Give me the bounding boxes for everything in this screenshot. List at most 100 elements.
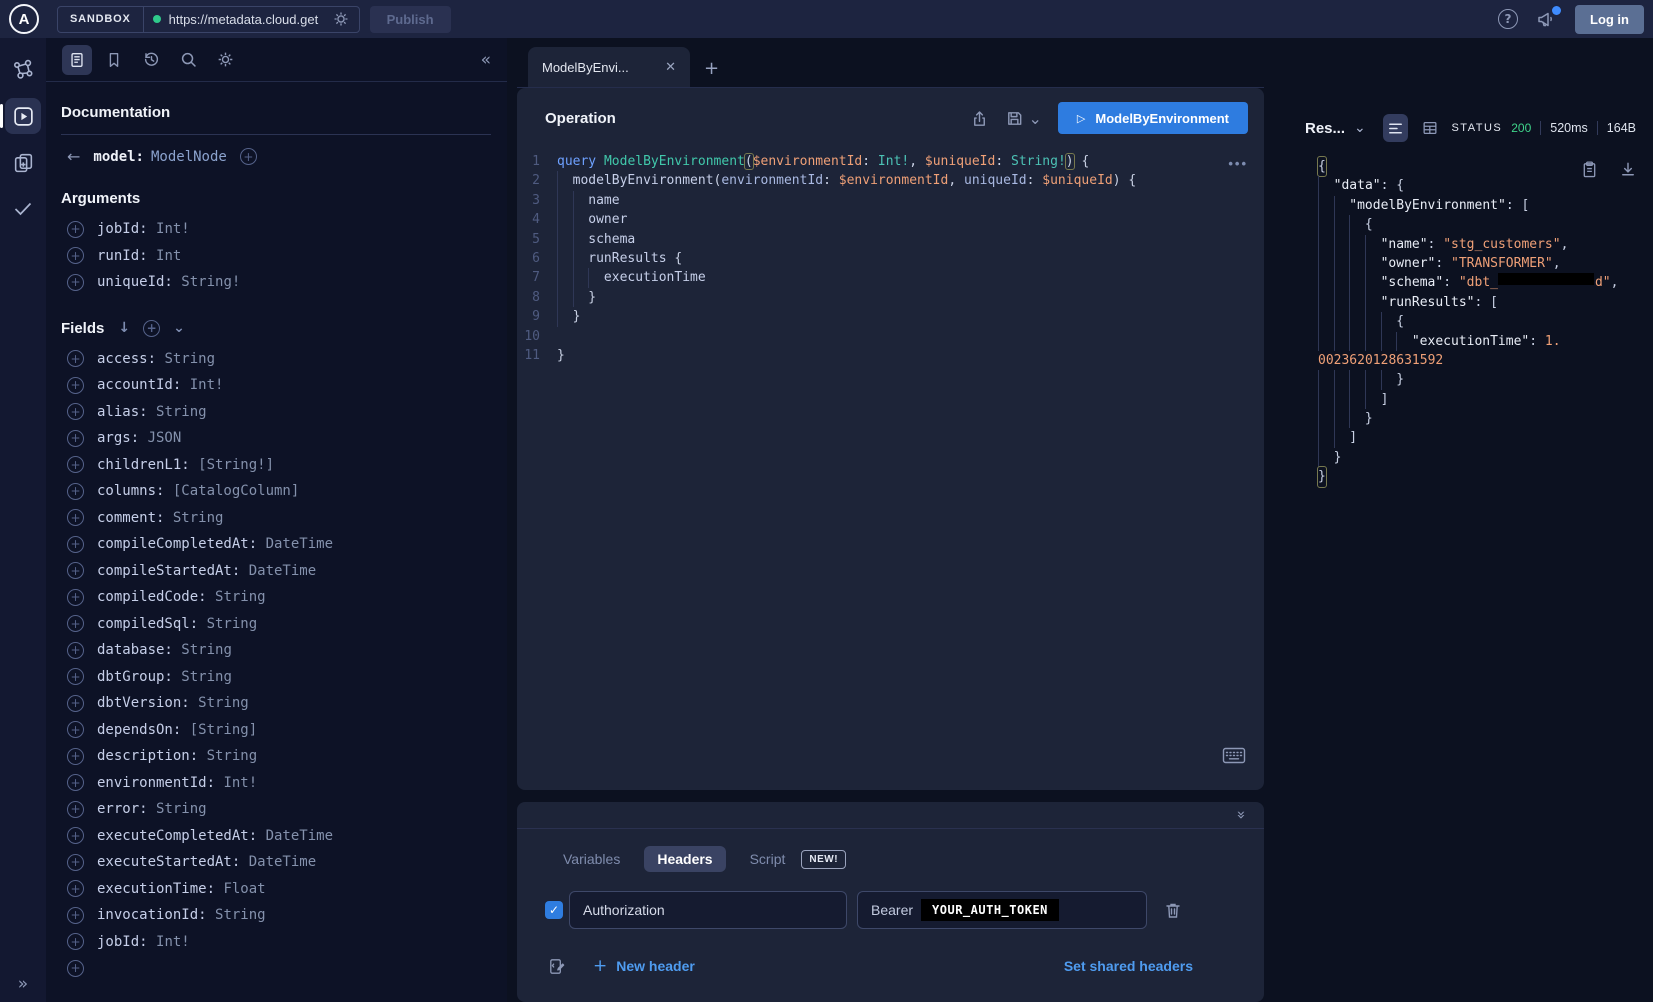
field-name[interactable]: executeStartedAt:	[97, 854, 249, 870]
field-type[interactable]: String	[207, 748, 258, 764]
add-field-icon[interactable]: +	[67, 456, 84, 473]
graphql-editor[interactable]: 1 query ModelByEnvironment($environmentI…	[517, 148, 1264, 790]
nav-explorer[interactable]	[5, 98, 41, 134]
delete-header-trash-icon[interactable]	[1164, 901, 1182, 920]
field-type[interactable]: String	[215, 907, 266, 923]
field-name[interactable]: executeCompletedAt:	[97, 828, 266, 844]
table-view-icon[interactable]	[1417, 114, 1442, 142]
field-type[interactable]: DateTime	[266, 828, 333, 844]
add-field-icon[interactable]: +	[67, 880, 84, 897]
announcements-megaphone-icon[interactable]	[1536, 9, 1557, 29]
add-field-icon[interactable]: +	[67, 562, 84, 579]
field-name[interactable]: args:	[97, 430, 148, 446]
argument-type[interactable]: Int	[156, 248, 181, 264]
argument-type[interactable]: Int!	[156, 221, 190, 237]
field-type[interactable]: String	[215, 589, 266, 605]
save-operation-group[interactable]: ⌄	[1005, 109, 1042, 128]
new-header-button[interactable]: + New header	[593, 956, 695, 976]
keyboard-shortcuts-icon[interactable]	[1222, 747, 1246, 764]
field-name[interactable]: compiledCode:	[97, 589, 215, 605]
field-name[interactable]: compiledSql:	[97, 616, 207, 632]
field-type[interactable]: String	[181, 669, 232, 685]
field-name[interactable]: jobId:	[97, 934, 156, 950]
add-field-icon[interactable]: +	[67, 801, 84, 818]
field-type[interactable]: String	[207, 616, 258, 632]
add-field-icon[interactable]: +	[67, 483, 84, 500]
field-type[interactable]: Int!	[190, 377, 224, 393]
field-name[interactable]: database:	[97, 642, 181, 658]
back-arrow-icon[interactable]: ←	[67, 147, 80, 166]
fields-chevron-down-icon[interactable]: ⌄	[173, 320, 185, 336]
pretty-view-icon[interactable]	[1383, 114, 1408, 142]
field-type[interactable]: Float	[223, 881, 265, 897]
add-argument-icon[interactable]: +	[67, 274, 84, 291]
field-type[interactable]: Int!	[156, 934, 190, 950]
endpoint-settings-gear-icon[interactable]	[332, 10, 350, 28]
add-argument-icon[interactable]: +	[67, 247, 84, 264]
copy-response-clipboard-icon[interactable]	[1581, 160, 1598, 179]
field-name[interactable]: accountId:	[97, 377, 190, 393]
add-field-icon[interactable]: +	[67, 430, 84, 447]
endpoint-url[interactable]: https://metadata.cloud.get	[169, 12, 324, 27]
run-operation-button[interactable]: ▷ ModelByEnvironment	[1058, 102, 1248, 134]
add-field-icon[interactable]: +	[67, 509, 84, 526]
field-type[interactable]: DateTime	[249, 563, 316, 579]
field-name[interactable]: childrenL1:	[97, 457, 198, 473]
field-type[interactable]: String	[173, 510, 224, 526]
field-type[interactable]: String	[156, 801, 207, 817]
share-operation-icon[interactable]	[970, 109, 989, 128]
header-name-input[interactable]: Authorization	[569, 891, 847, 929]
field-name[interactable]: compileStartedAt:	[97, 563, 249, 579]
sort-fields-icon[interactable]: ↓	[118, 320, 130, 336]
save-chevron-icon[interactable]: ⌄	[1029, 109, 1042, 128]
collapse-panel-double-chevron-icon[interactable]: »	[1232, 810, 1250, 819]
add-field-icon[interactable]: +	[67, 827, 84, 844]
endpoint-url-input[interactable]: https://metadata.cloud.get	[144, 10, 359, 28]
expand-rail-icon[interactable]: »	[0, 974, 46, 994]
field-name[interactable]: alias:	[97, 404, 156, 420]
close-tab-icon[interactable]: ✕	[665, 60, 676, 75]
field-name[interactable]: description:	[97, 748, 207, 764]
response-title[interactable]: Res...	[1305, 120, 1345, 137]
add-field-icon[interactable]: +	[67, 377, 84, 394]
field-name[interactable]: environmentId:	[97, 775, 223, 791]
nav-checks[interactable]	[5, 190, 41, 226]
field-name[interactable]: executionTime:	[97, 881, 223, 897]
operation-tab[interactable]: ModelByEnvi... ✕	[528, 47, 690, 87]
download-response-icon[interactable]	[1619, 160, 1637, 179]
field-type[interactable]: DateTime	[249, 854, 316, 870]
add-field-icon[interactable]: +	[67, 615, 84, 632]
add-field-icon[interactable]: +	[67, 589, 84, 606]
field-type[interactable]: [String!]	[198, 457, 274, 473]
add-all-fields-icon[interactable]: +	[143, 320, 160, 337]
field-name[interactable]: access:	[97, 351, 164, 367]
collapse-docs-icon[interactable]: «	[481, 50, 491, 70]
new-tab-icon[interactable]: +	[704, 58, 719, 79]
argument-type[interactable]: String!	[181, 274, 240, 290]
response-dropdown-chevron-icon[interactable]: ⌄	[1354, 120, 1366, 136]
add-field-icon[interactable]: +	[67, 774, 84, 791]
tab-script[interactable]: Script	[750, 851, 786, 867]
add-field-icon[interactable]: +	[67, 403, 84, 420]
add-field-icon[interactable]: +	[67, 695, 84, 712]
field-name[interactable]: dependsOn:	[97, 722, 190, 738]
breadcrumb-type[interactable]: ModelNode	[151, 149, 227, 165]
field-type[interactable]: [CatalogColumn]	[173, 483, 299, 499]
field-type[interactable]: String	[164, 351, 215, 367]
help-icon[interactable]: ?	[1498, 9, 1518, 29]
add-field-icon[interactable]: +	[67, 748, 84, 765]
add-field-icon[interactable]: +	[67, 721, 84, 738]
apollo-logo[interactable]: A	[9, 4, 39, 34]
field-type[interactable]: DateTime	[266, 536, 333, 552]
add-field-icon[interactable]: +	[67, 933, 84, 950]
history-icon[interactable]	[136, 45, 166, 75]
add-field-icon[interactable]: +	[67, 960, 84, 977]
add-field-icon[interactable]: +	[67, 642, 84, 659]
field-name[interactable]: error:	[97, 801, 156, 817]
settings-gear-icon[interactable]	[210, 45, 240, 75]
field-name[interactable]: compileCompletedAt:	[97, 536, 266, 552]
add-argument-icon[interactable]: +	[67, 221, 84, 238]
field-name[interactable]: columns:	[97, 483, 173, 499]
add-field-icon[interactable]: +	[67, 854, 84, 871]
header-value-input[interactable]: Bearer YOUR_AUTH_TOKEN	[857, 891, 1147, 929]
